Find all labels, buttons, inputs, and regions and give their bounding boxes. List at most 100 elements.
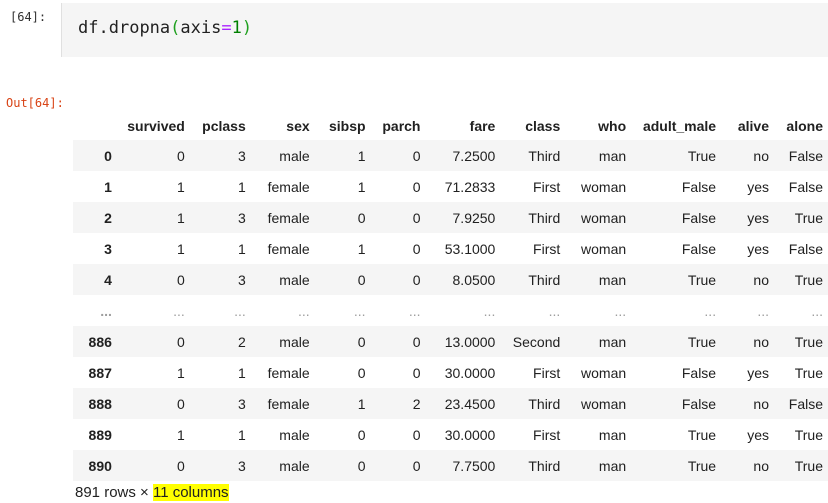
cell-alive: yes xyxy=(747,209,769,226)
cell-who: man xyxy=(598,426,627,443)
row-index: 4 xyxy=(104,271,112,288)
cell-survived: 1 xyxy=(177,178,185,195)
cell-alone: True xyxy=(794,271,823,288)
cell-alive: no xyxy=(753,395,769,412)
shape-summary: 891 rows × 11 columns xyxy=(75,484,229,501)
code-argument: axis xyxy=(180,18,222,38)
index-header xyxy=(73,109,117,140)
code-object: df xyxy=(78,18,99,38)
code-dot: . xyxy=(98,18,109,38)
cell-pclass: 2 xyxy=(237,333,246,350)
cell-class: ... xyxy=(548,302,561,319)
cell-who: woman xyxy=(581,240,627,257)
cell-alone: True xyxy=(794,457,823,474)
cell-alone: True xyxy=(794,364,823,381)
cell-who: woman xyxy=(581,178,627,195)
cell-pclass: 3 xyxy=(237,457,246,474)
ellipsis-row: .................................... xyxy=(73,295,828,326)
cell-pclass: 1 xyxy=(237,364,246,381)
cell-sibsp: 0 xyxy=(357,209,366,226)
cell-fare: 30.0000 xyxy=(444,364,496,381)
cell-alive: ... xyxy=(757,302,769,319)
code-cell[interactable]: df.dropna(axis=1) xyxy=(61,3,828,57)
cell-who: man xyxy=(598,147,627,164)
column-header-sex: sex xyxy=(286,117,310,134)
cell-parch: 0 xyxy=(412,364,421,381)
column-header-adult-male: adult_male xyxy=(642,117,717,134)
cell-survived: 1 xyxy=(177,240,185,257)
column-header-class: class xyxy=(525,117,561,134)
cell-class: Second xyxy=(512,333,561,350)
table-body: 0 0 3 male 1 0 7.2500 Third man True no False 1 1 1 fem… xyxy=(73,140,828,481)
code-operator: = xyxy=(221,18,232,38)
table-row: 4 0 3 male 0 0 8.0500 Third man True no True xyxy=(73,264,828,295)
column-header-pclass: pclass xyxy=(202,117,246,134)
cell-alone: False xyxy=(788,147,823,164)
cell-fare: 7.2500 xyxy=(452,147,496,164)
cell-sibsp: 1 xyxy=(357,178,366,195)
column-count-text: 11 columns xyxy=(152,484,229,501)
cell-alive: yes xyxy=(747,364,769,381)
cell-pclass: ... xyxy=(234,302,246,319)
cell-sex: female xyxy=(267,240,310,257)
cell-who: woman xyxy=(581,395,627,412)
cell-class: Third xyxy=(528,271,561,288)
cell-alive: yes xyxy=(747,426,769,443)
code-number: 1 xyxy=(231,18,242,38)
cell-class: Third xyxy=(528,147,561,164)
cell-alone: True xyxy=(794,209,823,226)
cell-class: Third xyxy=(528,395,561,412)
cell-alone: False xyxy=(788,240,823,257)
table-row: 889 1 1 male 0 0 30.0000 First man True yes True xyxy=(73,419,828,450)
cell-who: man xyxy=(598,333,627,350)
cell-sibsp: 1 xyxy=(357,240,366,257)
input-prompt: [64]: xyxy=(10,10,47,24)
cell-who: man xyxy=(598,271,627,288)
cell-sibsp: 0 xyxy=(357,333,366,350)
cell-adult-male: ... xyxy=(704,302,717,319)
cell-survived: 1 xyxy=(177,209,185,226)
cell-fare: 71.2833 xyxy=(444,178,496,195)
table-row: 887 1 1 female 0 0 30.0000 First woman False yes Tr… xyxy=(73,357,828,388)
cell-parch: ... xyxy=(408,302,421,319)
row-index: 2 xyxy=(104,209,112,226)
cell-fare: 13.0000 xyxy=(444,333,496,350)
cell-class: First xyxy=(533,364,561,381)
cell-alone: False xyxy=(788,178,823,195)
cell-pclass: 1 xyxy=(237,178,246,195)
cell-alone: True xyxy=(794,333,823,350)
cell-adult-male: False xyxy=(681,240,717,257)
cell-adult-male: False xyxy=(681,395,717,412)
table-row: 3 1 1 female 1 0 53.1000 First woman False yes Fals… xyxy=(73,233,828,264)
table-header: survived pclass sex sibsp parch fare class who a… xyxy=(73,109,828,140)
cell-alive: yes xyxy=(747,178,769,195)
code-close-paren: ) xyxy=(241,18,253,38)
cell-class: First xyxy=(533,178,561,195)
cell-sibsp: ... xyxy=(353,302,366,319)
cell-adult-male: True xyxy=(687,147,717,164)
column-header-alone: alone xyxy=(786,117,823,134)
row-index: 886 xyxy=(88,333,112,350)
cell-pclass: 1 xyxy=(237,426,246,443)
cell-survived: ... xyxy=(173,302,185,319)
cell-pclass: 3 xyxy=(237,209,246,226)
cell-survived: 1 xyxy=(177,426,185,443)
column-header-survived: survived xyxy=(127,117,185,134)
row-index: ... xyxy=(100,302,112,319)
cell-adult-male: True xyxy=(687,333,717,350)
cell-fare: 53.1000 xyxy=(444,240,496,257)
cell-parch: 2 xyxy=(412,395,421,412)
cell-adult-male: False xyxy=(681,209,717,226)
cell-pclass: 3 xyxy=(237,147,246,164)
cell-alone: True xyxy=(794,426,823,443)
cell-alive: no xyxy=(753,147,769,164)
cell-alone: ... xyxy=(811,302,823,319)
code-open-paren: ( xyxy=(170,18,181,38)
cell-who: man xyxy=(598,457,627,474)
cell-sibsp: 1 xyxy=(357,395,366,412)
cell-sex: female xyxy=(267,364,310,381)
cell-pclass: 3 xyxy=(237,271,246,288)
cell-fare: ... xyxy=(483,302,496,319)
cell-sibsp: 0 xyxy=(357,271,366,288)
column-header-sibsp: sibsp xyxy=(328,117,366,134)
